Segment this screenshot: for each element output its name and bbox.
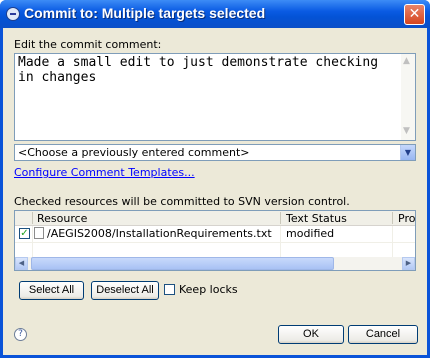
scroll-down-icon: ▼ <box>403 126 410 136</box>
row-gridline <box>15 242 415 243</box>
scrollbar-thumb[interactable] <box>31 257 334 270</box>
row-text-status: modified <box>286 227 335 240</box>
column-separator <box>280 212 281 224</box>
column-header-prop[interactable]: Prop <box>398 212 415 225</box>
keep-locks-label: Keep locks <box>179 283 238 296</box>
column-header-resource[interactable]: Resource <box>37 212 87 225</box>
resources-label: Checked resources will be committed to S… <box>14 195 350 208</box>
table-horizontal-scrollbar[interactable]: ◀ ▶ <box>15 257 415 270</box>
table-header: Resource Text Status Prop <box>15 211 415 226</box>
window-title: Commit to: Multiple targets selected <box>24 5 266 21</box>
commit-comment-textarea[interactable]: Made a small edit to just demonstrate ch… <box>14 53 416 141</box>
column-gridline <box>392 226 393 257</box>
previous-comment-selected: <Choose a previously entered comment> <box>18 146 250 159</box>
dialog-body: Edit the commit comment: Made a small ed… <box>3 28 427 355</box>
resources-table[interactable]: Resource Text Status Prop ✓ /AEGIS2008/I… <box>14 210 416 271</box>
commit-comment-text[interactable]: Made a small edit to just demonstrate ch… <box>18 55 401 85</box>
column-gridline <box>280 226 281 257</box>
column-separator <box>32 212 33 224</box>
column-gridline <box>32 226 33 257</box>
scroll-right-icon[interactable]: ▶ <box>402 257 415 270</box>
help-icon[interactable]: ? <box>14 328 27 341</box>
row-checkbox[interactable]: ✓ <box>19 228 30 239</box>
previous-comment-dropdown[interactable]: <Choose a previously entered comment> ▼ <box>14 144 416 161</box>
ok-button[interactable]: OK <box>278 325 344 344</box>
scroll-left-icon[interactable]: ◀ <box>15 257 28 270</box>
configure-comment-templates-link[interactable]: Configure Comment Templates... <box>14 166 195 179</box>
deselect-all-button[interactable]: Deselect All <box>91 281 159 300</box>
column-header-text-status[interactable]: Text Status <box>286 212 347 225</box>
comment-vertical-scrollbar[interactable]: ▲ ▼ <box>401 54 415 140</box>
row-resource: /AEGIS2008/InstallationRequirements.txt <box>47 227 272 240</box>
commit-dialog: Commit to: Multiple targets selected ✕ E… <box>0 0 430 358</box>
keep-locks-box[interactable] <box>164 284 175 295</box>
cancel-button[interactable]: Cancel <box>348 325 418 344</box>
select-all-button[interactable]: Select All <box>19 281 84 300</box>
file-icon <box>34 227 44 239</box>
chevron-down-icon[interactable]: ▼ <box>400 145 415 160</box>
close-button[interactable]: ✕ <box>404 4 425 25</box>
table-row[interactable]: ✓ /AEGIS2008/InstallationRequirements.tx… <box>15 226 415 242</box>
comment-label: Edit the commit comment: <box>14 38 162 51</box>
checkmark-icon: ✓ <box>20 228 29 239</box>
scroll-up-icon: ▲ <box>403 56 410 66</box>
eclipse-icon <box>6 7 20 21</box>
column-separator <box>392 212 393 224</box>
title-bar[interactable]: Commit to: Multiple targets selected ✕ <box>0 0 430 28</box>
